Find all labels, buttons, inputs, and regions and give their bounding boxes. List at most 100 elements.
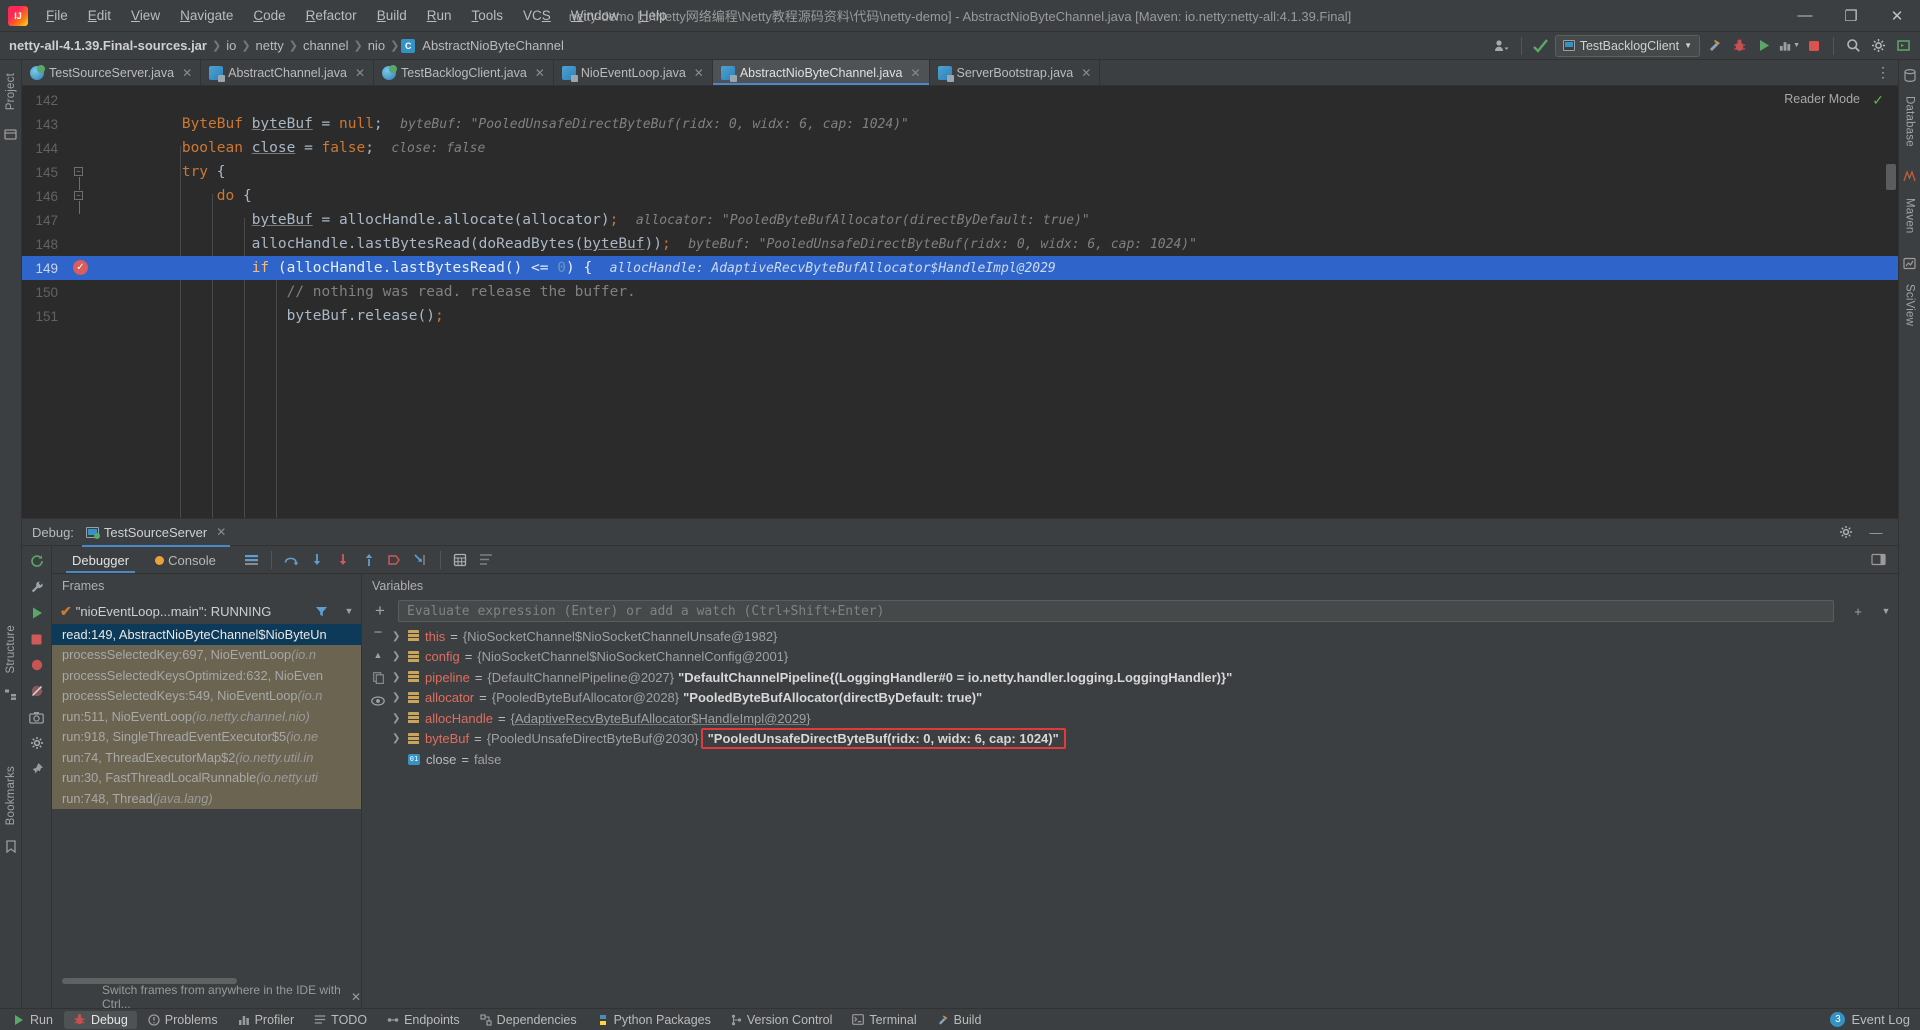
toolwindow-debug[interactable]: Debug bbox=[63, 1010, 137, 1029]
fold-marker-icon[interactable]: − bbox=[74, 191, 83, 214]
gutter[interactable]: − bbox=[66, 160, 112, 190]
remove-watch-button[interactable]: − bbox=[366, 624, 390, 641]
menu-file[interactable]: File bbox=[36, 4, 78, 27]
menu-tools[interactable]: Tools bbox=[462, 4, 514, 27]
debug-bug-icon[interactable] bbox=[1728, 35, 1750, 57]
layout-settings-icon[interactable] bbox=[240, 548, 264, 572]
mute-breakpoints-icon[interactable] bbox=[26, 680, 48, 702]
toolwindow-run[interactable]: Run bbox=[4, 1011, 62, 1029]
toolwindow-python-packages[interactable]: Python Packages bbox=[588, 1011, 720, 1029]
variable-row-allocator[interactable]: ❯ allocator = {PooledByteBufAllocator@20… bbox=[362, 688, 1898, 709]
sidebar-tab-maven[interactable]: Maven bbox=[1904, 191, 1916, 241]
toolwindow-problems[interactable]: Problems bbox=[139, 1011, 227, 1029]
close-icon[interactable]: ✕ bbox=[216, 525, 226, 539]
editor-tab-testsourceserver[interactable]: TestSourceServer.java ✕ bbox=[22, 60, 202, 85]
search-icon[interactable] bbox=[1842, 35, 1864, 57]
variable-row-allochandle[interactable]: ❯ allocHandle = {AdaptiveRecvByteBufAllo… bbox=[362, 708, 1898, 729]
rerun-icon[interactable] bbox=[26, 550, 48, 572]
frame-item[interactable]: run:511, NioEventLoop (io.netty.channel.… bbox=[52, 706, 361, 727]
breadcrumb-io[interactable]: io bbox=[223, 38, 239, 53]
variable-row-close[interactable]: close = false bbox=[362, 749, 1898, 770]
minimize-button[interactable]: — bbox=[1782, 0, 1828, 32]
resume-program-icon[interactable] bbox=[26, 602, 48, 624]
breadcrumb-jar[interactable]: netty-all-4.1.39.Final-sources.jar bbox=[6, 38, 210, 53]
run-to-cursor-icon[interactable] bbox=[409, 548, 433, 572]
stop-icon[interactable] bbox=[26, 628, 48, 650]
gutter[interactable] bbox=[66, 136, 112, 160]
gutter[interactable] bbox=[66, 208, 112, 232]
thread-selector[interactable]: "nioEventLoop...main": RUNNING bbox=[76, 604, 305, 619]
sidebar-tab-sciview[interactable]: SciView bbox=[1904, 277, 1916, 333]
menu-navigate[interactable]: Navigate bbox=[170, 4, 243, 27]
checkmark-green-icon[interactable] bbox=[1530, 35, 1552, 57]
step-into-icon[interactable] bbox=[305, 548, 329, 572]
code-editor[interactable]: Reader Mode ✓ 142 143 ByteBuf byteBuf = … bbox=[22, 86, 1898, 518]
evaluate-expression-icon[interactable] bbox=[448, 548, 472, 572]
editor-tab-testbacklogclient[interactable]: TestBacklogClient.java ✕ bbox=[374, 60, 554, 85]
settings-gear-icon[interactable] bbox=[1867, 35, 1889, 57]
frame-item[interactable]: run:74, ThreadExecutorMap$2 (io.netty.ut… bbox=[52, 747, 361, 768]
breadcrumb-channel[interactable]: channel bbox=[300, 38, 352, 53]
chevron-down-icon[interactable]: ▼ bbox=[1874, 599, 1898, 623]
menu-refactor[interactable]: Refactor bbox=[296, 4, 367, 27]
variable-row-pipeline[interactable]: ❯ pipeline = {DefaultChannelPipeline@202… bbox=[362, 667, 1898, 688]
pin-icon[interactable] bbox=[26, 758, 48, 780]
add-to-watches-icon[interactable]: + bbox=[1846, 599, 1870, 623]
hide-window-icon[interactable]: — bbox=[1864, 520, 1888, 544]
variable-row-this[interactable]: ❯ this = {NioSocketChannel$NioSocketChan… bbox=[362, 626, 1898, 647]
close-icon[interactable]: ✕ bbox=[535, 66, 545, 80]
evaluate-expression-input[interactable]: Evaluate expression (Enter) or add a wat… bbox=[398, 600, 1834, 622]
project-structure-icon[interactable] bbox=[2, 125, 20, 143]
debug-session-tab[interactable]: TestSourceServer ✕ bbox=[81, 523, 231, 547]
gutter[interactable] bbox=[66, 232, 112, 256]
gutter[interactable] bbox=[66, 280, 112, 304]
editor-tab-abstractchannel[interactable]: AbstractChannel.java ✕ bbox=[201, 60, 375, 85]
close-button[interactable]: ✕ bbox=[1874, 0, 1920, 32]
sidebar-tab-database[interactable]: Database bbox=[1904, 89, 1916, 154]
expand-chevron-icon[interactable]: ❯ bbox=[392, 651, 408, 662]
gutter[interactable] bbox=[66, 256, 112, 280]
profiler-icon[interactable]: ▼ bbox=[1778, 35, 1800, 57]
gutter[interactable] bbox=[66, 88, 112, 112]
step-over-icon[interactable] bbox=[279, 548, 303, 572]
close-icon[interactable]: ✕ bbox=[910, 66, 920, 80]
editor-scrollbar-thumb[interactable] bbox=[1886, 164, 1896, 190]
close-icon[interactable]: ✕ bbox=[694, 66, 704, 80]
sidebar-tab-bookmarks[interactable]: Bookmarks bbox=[5, 759, 17, 832]
toolwindow-todo[interactable]: TODO bbox=[305, 1011, 376, 1029]
stop-icon[interactable] bbox=[1803, 35, 1825, 57]
breadcrumb-netty[interactable]: netty bbox=[253, 38, 287, 53]
tab-debugger[interactable]: Debugger bbox=[60, 548, 141, 573]
frame-item[interactable]: processSelectedKeysOptimized:632, NioEve… bbox=[52, 665, 361, 686]
menu-window[interactable]: Window bbox=[561, 4, 629, 27]
camera-icon[interactable] bbox=[26, 706, 48, 728]
close-icon[interactable]: ✕ bbox=[1081, 66, 1091, 80]
menu-build[interactable]: Build bbox=[367, 4, 417, 27]
step-out-icon[interactable] bbox=[357, 548, 381, 572]
reader-mode-label[interactable]: Reader Mode bbox=[1784, 92, 1860, 106]
frame-item[interactable]: run:918, SingleThreadEventExecutor$5 (io… bbox=[52, 726, 361, 747]
database-icon[interactable] bbox=[1901, 66, 1919, 84]
restore-layout-icon[interactable] bbox=[1866, 548, 1890, 572]
toolwindow-version-control[interactable]: Version Control bbox=[722, 1011, 841, 1029]
menu-view[interactable]: View bbox=[121, 4, 170, 27]
wrench-icon[interactable] bbox=[26, 576, 48, 598]
force-step-into-icon[interactable] bbox=[331, 548, 355, 572]
settings-icon[interactable] bbox=[26, 732, 48, 754]
filter-funnel-icon[interactable] bbox=[309, 599, 333, 623]
editor-tab-abstractniobytechannel[interactable]: AbstractNioByteChannel.java ✕ bbox=[712, 60, 930, 85]
close-icon[interactable]: ✕ bbox=[182, 66, 192, 80]
chevron-up-icon[interactable]: ▲ bbox=[366, 647, 390, 663]
toolwindow-terminal[interactable]: Terminal bbox=[843, 1011, 925, 1029]
editor-tab-serverbootstrap[interactable]: ServerBootstrap.java ✕ bbox=[930, 60, 1101, 85]
expand-chevron-icon[interactable]: ❯ bbox=[392, 713, 408, 724]
variable-row-bytebuf[interactable]: ❯ byteBuf = {PooledUnsafeDirectByteBuf@2… bbox=[362, 728, 1898, 750]
menu-run[interactable]: Run bbox=[417, 4, 462, 27]
variables-list[interactable]: − ▲ ❯ this = {NioSocketChannel$NioSocket… bbox=[362, 624, 1898, 1008]
menu-vcs[interactable]: VCS bbox=[513, 4, 561, 27]
close-icon[interactable]: ✕ bbox=[351, 990, 361, 1004]
menu-edit[interactable]: Edit bbox=[78, 4, 121, 27]
frame-item[interactable]: read:149, AbstractNioByteChannel$NioByte… bbox=[52, 624, 361, 645]
run-with-coverage-icon[interactable] bbox=[1753, 35, 1775, 57]
build-hammer-icon[interactable] bbox=[1703, 35, 1725, 57]
